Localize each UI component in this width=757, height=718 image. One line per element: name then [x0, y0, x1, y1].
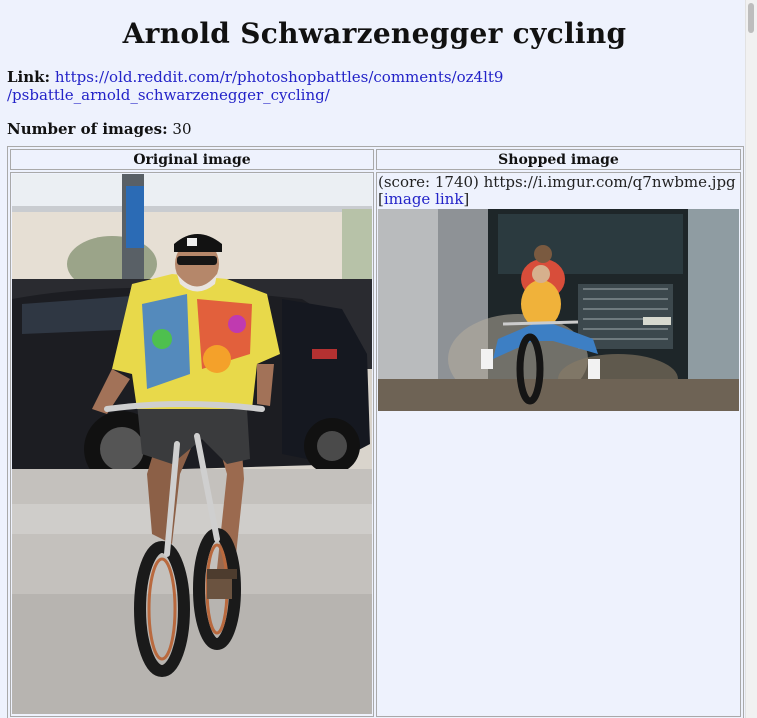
image-count-value: 30: [172, 120, 192, 138]
page-title: Arnold Schwarzenegger cycling: [122, 17, 627, 50]
original-photo: [12, 174, 372, 714]
image-link[interactable]: image link: [384, 190, 464, 208]
content: Arnold Schwarzenegger cycling Link: http…: [7, 0, 744, 718]
original-cell: [10, 172, 374, 717]
reddit-link-line1: https://old.reddit.com/r/photoshopbattle…: [54, 68, 504, 86]
link-line: Link: https://old.reddit.com/r/photoshop…: [7, 68, 742, 104]
image-count-line: Number of images: 30: [7, 120, 742, 138]
header-original: Original image: [10, 149, 374, 170]
table-header-row: Original image Shopped image: [10, 149, 741, 170]
reddit-link[interactable]: https://old.reddit.com/r/photoshopbattle…: [7, 68, 503, 104]
image-link-close-bracket: ]: [463, 190, 470, 208]
scrollbar-thumb[interactable]: [748, 3, 754, 33]
table-row: (score: 1740) https://i.imgur.com/q7nwbm…: [10, 172, 741, 717]
score-text: (score: 1740) https://i.imgur.com/q7nwbm…: [378, 173, 736, 191]
shopped-cell: (score: 1740) https://i.imgur.com/q7nwbm…: [376, 172, 741, 717]
score-line: (score: 1740) https://i.imgur.com/q7nwbm…: [378, 174, 739, 208]
image-table: Original image Shopped image (score: 174…: [7, 146, 744, 718]
link-label: Link:: [7, 68, 51, 86]
image-count-label: Number of images:: [7, 120, 168, 138]
vertical-scrollbar[interactable]: [745, 0, 757, 718]
shopped-photo: [378, 209, 739, 411]
header-shopped: Shopped image: [376, 149, 741, 170]
page: Arnold Schwarzenegger cycling Link: http…: [0, 0, 757, 718]
reddit-link-line2: /psbattle_arnold_schwarzenegger_cycling/: [7, 86, 330, 104]
